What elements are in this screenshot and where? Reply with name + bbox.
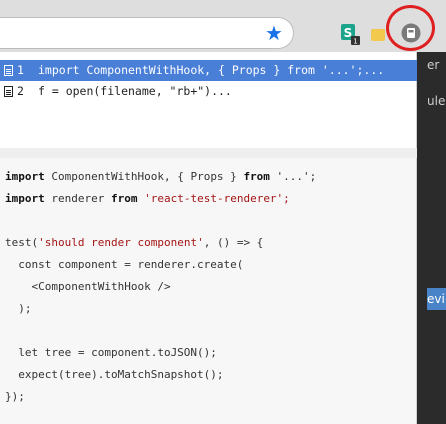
snippet-extension-icon[interactable]: S 1 <box>340 23 360 45</box>
code-line: expect(tree).toMatchSnapshot(); <box>5 368 224 381</box>
code-line: ); <box>5 302 32 315</box>
code-line: const component = renderer.create( <box>5 258 244 271</box>
background-page-strip: er ule evi <box>417 52 446 424</box>
bookmark-star-icon[interactable]: ★ <box>264 23 284 43</box>
document-icon <box>4 86 13 97</box>
clipboard-item-text: f = open(filename, "rb+")... <box>38 84 232 98</box>
clipboard-item-number: 1 <box>17 63 24 77</box>
address-bar[interactable] <box>0 17 294 49</box>
clipboard-item-number: 2 <box>17 84 24 98</box>
code-line: let tree = component.toJSON(); <box>5 346 217 359</box>
highlight-annotation-circle <box>386 5 435 51</box>
code-preview: import ComponentWithHook, { Props } from… <box>0 158 417 424</box>
background-text-snippet: ule <box>427 94 446 108</box>
code-line: import renderer from 'react-test-rendere… <box>5 192 290 205</box>
code-line: <ComponentWithHook /> <box>5 280 171 293</box>
panel-separator <box>0 148 417 158</box>
background-text-snippet: evi <box>427 292 445 306</box>
document-icon <box>4 65 13 76</box>
background-text-snippet: er <box>427 58 440 72</box>
code-line: import ComponentWithHook, { Props } from… <box>5 170 317 183</box>
extension-badge: 1 <box>353 38 357 46</box>
clipboard-item[interactable]: 2 f = open(filename, "rb+")... <box>0 81 417 102</box>
folder-icon[interactable] <box>371 29 385 41</box>
code-line: }); <box>5 390 25 403</box>
clipboard-item[interactable]: 1 import ComponentWithHook, { Props } fr… <box>0 60 417 81</box>
browser-toolbar: ★ S 1 <box>0 0 446 52</box>
clipboard-history-list: 1 import ComponentWithHook, { Props } fr… <box>0 52 417 148</box>
clipboard-item-text: import ComponentWithHook, { Props } from… <box>38 63 385 77</box>
code-line: test('should render component', () => { <box>5 236 264 249</box>
background-accent-block: evi <box>427 288 446 310</box>
